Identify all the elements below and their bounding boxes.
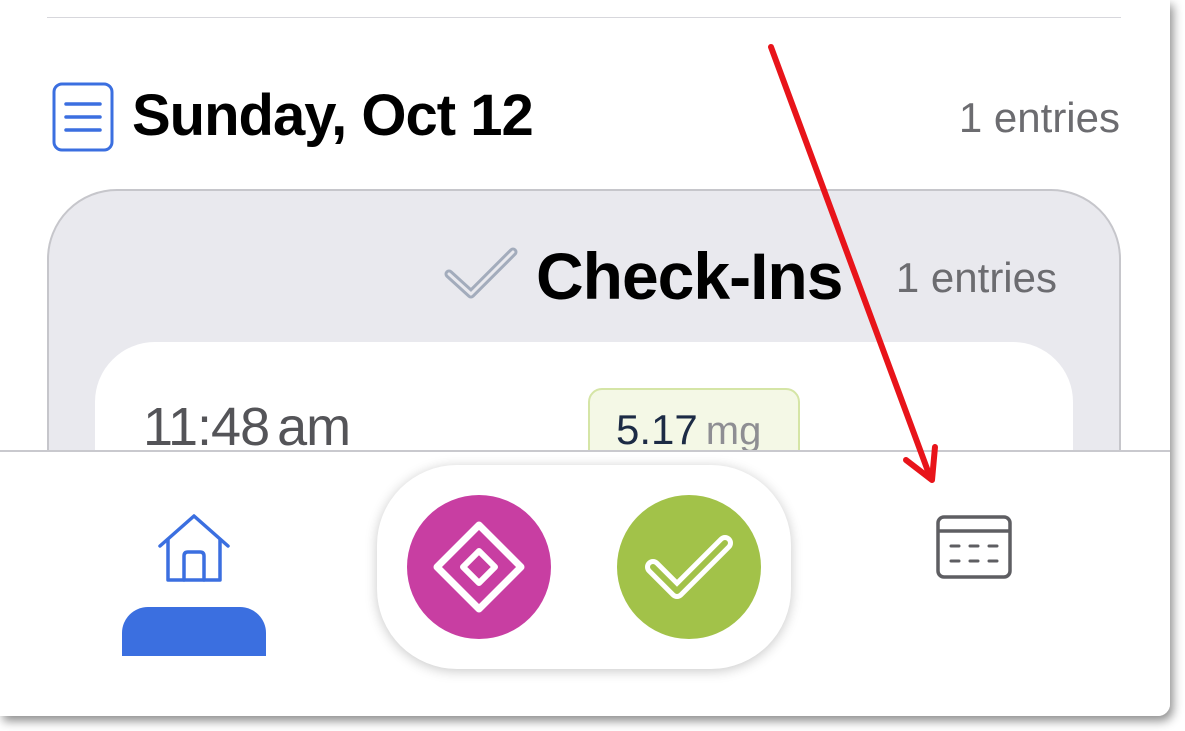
home-icon[interactable] — [154, 510, 234, 586]
tab-selected-indicator — [122, 607, 266, 656]
calendar-icon[interactable] — [935, 514, 1013, 580]
add-log-button[interactable] — [407, 495, 551, 639]
day-title: Sunday, Oct 12 — [132, 83, 534, 148]
divider — [47, 17, 1121, 18]
day-entry-count: 1 entries — [958, 94, 1120, 141]
check-icon — [645, 535, 733, 599]
group-entry-count: 1 entries — [895, 254, 1057, 301]
add-checkin-button[interactable] — [617, 495, 761, 639]
dose-unit: mg — [705, 409, 762, 453]
entry-time-ampm: am — [277, 397, 351, 457]
entry-time: 11:48 am — [143, 396, 351, 458]
entry-time-value: 11:48 — [143, 397, 270, 457]
app-window: Sunday, Oct 12 1 entries Check-Ins 1 ent… — [0, 0, 1170, 716]
dose-value: 5.17 — [616, 406, 698, 453]
diamond-icon — [433, 521, 525, 613]
document-icon — [52, 82, 114, 152]
group-title: Check-Ins — [536, 239, 843, 313]
checkmark-icon — [444, 247, 518, 299]
